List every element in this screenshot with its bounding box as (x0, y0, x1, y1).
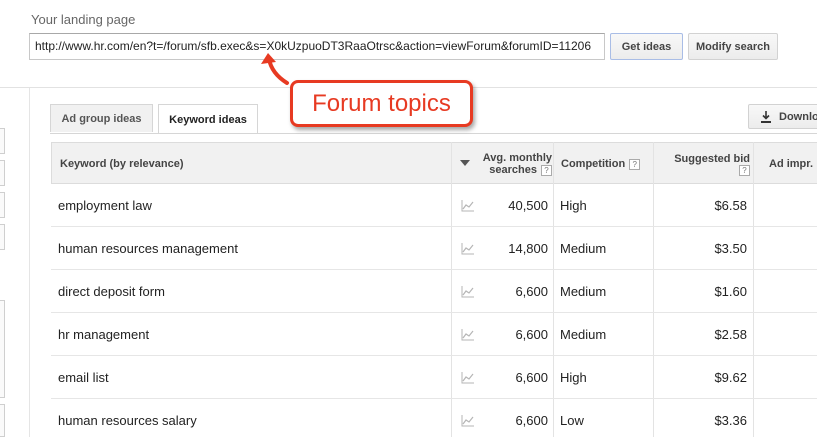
suggested-bid-cell: $1.60 (714, 284, 747, 299)
landing-url-input[interactable]: http://www.hr.com/en?t=/forum/sfb.exec&s… (29, 33, 605, 60)
keyword-cell[interactable]: email list (58, 356, 109, 399)
keyword-cell[interactable]: employment law (58, 184, 152, 227)
suggested-bid-cell: $6.58 (714, 198, 747, 213)
header-avg-line1: Avg. monthly (482, 152, 552, 164)
table-row: direct deposit form 6,600 Medium $1.60 (51, 270, 817, 313)
help-icon[interactable]: ? (739, 164, 750, 176)
competition-cell: High (560, 198, 587, 213)
header-ad-impr-share[interactable]: Ad impr. (769, 143, 813, 185)
help-icon[interactable]: ? (629, 158, 641, 170)
left-panel-tab[interactable] (0, 404, 5, 437)
left-panel-tab[interactable] (0, 160, 5, 186)
table-row: email list 6,600 High $9.62 (51, 356, 817, 399)
tabs-baseline (50, 133, 817, 134)
suggested-bid-cell: $2.58 (714, 327, 747, 342)
table-row: human resources salary 6,600 Low $3.36 (51, 399, 817, 437)
avg-searches-cell: 6,600 (515, 327, 548, 342)
keyword-cell[interactable]: direct deposit form (58, 270, 165, 313)
left-panel-border (29, 88, 30, 437)
avg-searches-cell: 14,800 (508, 241, 548, 256)
header-avg-monthly-searches[interactable]: Avg. monthly searches? (455, 143, 552, 185)
competition-cell: High (560, 370, 587, 385)
header-keyword[interactable]: Keyword (by relevance) (60, 143, 184, 185)
suggested-bid-cell: $9.62 (714, 370, 747, 385)
download-button[interactable]: Download (748, 104, 817, 129)
avg-searches-cell: 40,500 (508, 198, 548, 213)
annotation-callout: Forum topics (290, 80, 473, 127)
table-header: Keyword (by relevance) Avg. monthly sear… (51, 142, 817, 184)
keyword-cell[interactable]: human resources salary (58, 399, 197, 437)
left-panel-tab[interactable] (0, 224, 5, 250)
competition-cell: Low (560, 413, 584, 428)
keyword-cell[interactable]: hr management (58, 313, 149, 356)
modify-search-button[interactable]: Modify search (688, 33, 778, 60)
header-competition-label: Competition (561, 158, 626, 170)
table-row: employment law 40,500 High $6.58 (51, 184, 817, 227)
competition-cell: Medium (560, 241, 607, 256)
left-panel-tab[interactable] (0, 300, 5, 398)
download-label: Download (779, 110, 817, 123)
avg-searches-cell: 6,600 (515, 284, 548, 299)
left-panel-tab[interactable] (0, 192, 5, 218)
competition-cell: Medium (560, 284, 607, 299)
avg-searches-cell: 6,600 (515, 413, 548, 428)
avg-searches-cell: 6,600 (515, 370, 548, 385)
annotation-arrow (261, 53, 289, 85)
header-avg-line2-wrap: searches? (489, 164, 552, 176)
table-row: hr management 6,600 Medium $2.58 (51, 313, 817, 356)
help-icon[interactable]: ? (541, 165, 552, 176)
landing-page-label: Your landing page (31, 12, 136, 27)
get-ideas-button[interactable]: Get ideas (610, 33, 683, 60)
tab-keyword-ideas[interactable]: Keyword ideas (158, 104, 258, 134)
header-suggested-bid[interactable]: Suggested bid ? (654, 143, 750, 185)
header-bid-label: Suggested bid (674, 152, 750, 165)
download-icon (761, 110, 771, 123)
left-panel-tab[interactable] (0, 128, 5, 154)
suggested-bid-cell: $3.50 (714, 241, 747, 256)
tab-ad-group-ideas[interactable]: Ad group ideas (50, 104, 153, 132)
table-row: human resources management 14,800 Medium $3… (51, 227, 817, 270)
header-avg-line2: searches (489, 164, 537, 176)
header-competition[interactable]: Competition? (561, 143, 641, 185)
suggested-bid-cell: $3.36 (714, 413, 747, 428)
keyword-cell[interactable]: human resources management (58, 227, 238, 270)
competition-cell: Medium (560, 327, 607, 342)
